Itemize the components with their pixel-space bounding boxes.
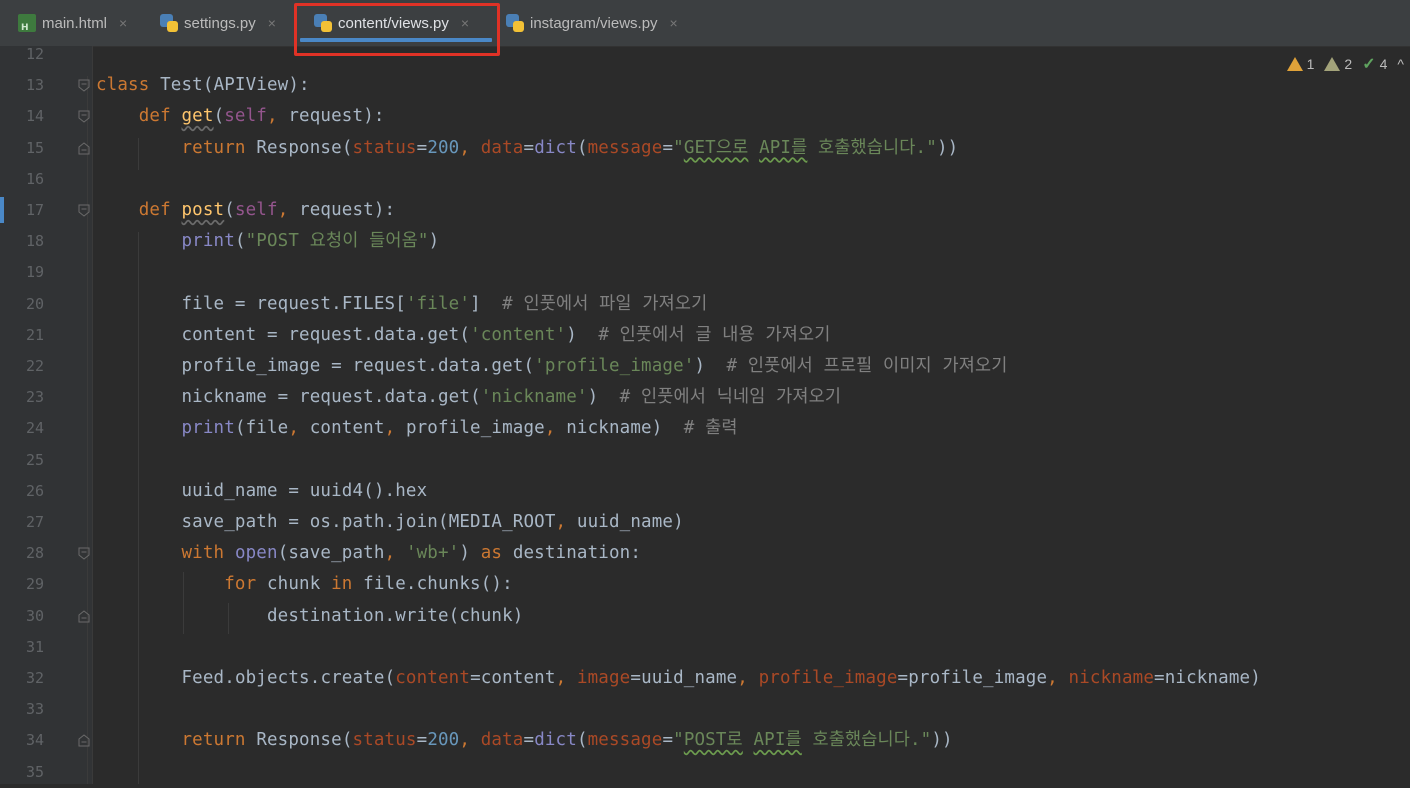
code-line[interactable]: 29 for chunk in file.chunks(): <box>0 569 1410 600</box>
fold-marker-icon[interactable] <box>78 734 90 747</box>
code-line[interactable]: 17 def post(self, request): <box>0 195 1410 226</box>
code-line[interactable]: 28 with open(save_path, 'wb+') as destin… <box>0 538 1410 569</box>
code-line[interactable]: 23 nickname = request.data.get('nickname… <box>0 382 1410 413</box>
line-number: 34 <box>25 731 44 750</box>
line-number: 27 <box>25 513 44 531</box>
code-line[interactable]: 16 <box>0 164 1410 195</box>
line-number: 20 <box>25 294 44 313</box>
line-number: 26 <box>25 481 44 500</box>
fold-marker-icon[interactable] <box>78 547 90 560</box>
code-line[interactable]: 26 uuid_name = uuid4().hex <box>0 476 1410 507</box>
line-number: 12 <box>25 45 44 63</box>
code-line[interactable]: 18 print("POST 요청이 들어옴") <box>0 226 1410 257</box>
python-file-icon <box>506 14 524 32</box>
code-text: print("POST 요청이 들어옴") <box>181 231 440 252</box>
line-number: 21 <box>25 325 44 344</box>
code-text: def get(self, request): <box>138 106 385 127</box>
fold-marker-icon[interactable] <box>78 79 90 92</box>
line-number: 24 <box>25 419 44 438</box>
line-number: 30 <box>25 606 44 625</box>
code-line[interactable]: 15 return Response(status=200, data=dict… <box>0 133 1410 164</box>
code-text: file = request.FILES['file'] # 인풋에서 파일 가… <box>181 293 708 314</box>
code-line[interactable]: 20 file = request.FILES['file'] # 인풋에서 파… <box>0 289 1410 320</box>
code-line[interactable]: 22 profile_image = request.data.get('pro… <box>0 351 1410 382</box>
close-icon[interactable]: × <box>670 15 678 31</box>
line-number: 25 <box>25 450 44 469</box>
code-line[interactable]: 12 <box>0 39 1410 70</box>
line-number: 35 <box>25 762 44 781</box>
code-text: destination.write(chunk) <box>266 605 524 626</box>
line-number: 33 <box>25 700 44 719</box>
fold-marker-icon[interactable] <box>78 141 90 155</box>
code-text: with open(save_path, 'wb+') as destinati… <box>181 543 642 564</box>
code-text: print(file, content, profile_image, nick… <box>181 418 738 439</box>
code-text: return Response(status=200, data=dict(me… <box>181 137 959 158</box>
code-line[interactable]: 19 <box>0 257 1410 288</box>
code-editor[interactable]: 1 2 ✓ 4 ^ 12 13 class Test(APIView): 14 def… <box>0 45 1410 784</box>
tab-label: settings.py <box>184 14 256 32</box>
code-text: return Response(status=200, data=dict(me… <box>181 730 953 751</box>
line-number: 23 <box>25 388 44 407</box>
code-line[interactable]: 32 Feed.objects.create(content=content, … <box>0 663 1410 694</box>
code-line[interactable]: 14 def get(self, request): <box>0 101 1410 132</box>
code-text: nickname = request.data.get('nickname') … <box>181 387 842 408</box>
python-file-icon <box>160 14 178 32</box>
code-line[interactable]: 21 content = request.data.get('content')… <box>0 320 1410 351</box>
code-line[interactable]: 35 <box>0 757 1410 788</box>
line-number: 16 <box>25 169 44 188</box>
html-file-icon <box>18 14 36 33</box>
close-icon[interactable]: × <box>119 15 127 31</box>
fold-marker-icon[interactable] <box>78 609 90 623</box>
code-line[interactable]: 13 class Test(APIView): <box>0 70 1410 101</box>
line-number: 29 <box>25 575 44 594</box>
code-text: for chunk in file.chunks(): <box>224 574 513 595</box>
code-line[interactable]: 24 print(file, content, profile_image, n… <box>0 413 1410 444</box>
code-line[interactable]: 34 return Response(status=200, data=dict… <box>0 725 1410 756</box>
line-number: 19 <box>25 263 44 282</box>
fold-marker-icon[interactable] <box>78 204 90 217</box>
line-number: 18 <box>25 232 44 251</box>
close-icon[interactable]: × <box>268 15 276 31</box>
code-text: content = request.data.get('content') # … <box>181 324 831 345</box>
line-number: 15 <box>25 138 44 157</box>
code-text: profile_image = request.data.get('profil… <box>181 356 1008 376</box>
code-text: save_path = os.path.join(MEDIA_ROOT, uui… <box>181 512 684 532</box>
line-number: 13 <box>25 76 44 95</box>
line-number: 31 <box>25 637 44 656</box>
code-text: def post(self, request): <box>138 200 396 220</box>
code-text: uuid_name = uuid4().hex <box>181 480 428 501</box>
tab-label: instagram/views.py <box>530 14 658 32</box>
code-text: class Test(APIView): <box>96 75 310 96</box>
code-line[interactable]: 25 <box>0 445 1410 476</box>
line-number: 32 <box>25 669 44 687</box>
code-line[interactable]: 27 save_path = os.path.join(MEDIA_ROOT, … <box>0 507 1410 538</box>
code-text: Feed.objects.create(content=content, ima… <box>181 668 1261 688</box>
line-number: 14 <box>25 107 44 126</box>
code-line[interactable]: 31 <box>0 632 1410 663</box>
code-line[interactable]: 30 destination.write(chunk) <box>0 601 1410 632</box>
line-number: 22 <box>25 357 44 375</box>
fold-marker-icon[interactable] <box>78 110 90 124</box>
line-number: 17 <box>25 201 44 219</box>
line-number: 28 <box>25 544 44 563</box>
code-line[interactable]: 33 <box>0 694 1410 725</box>
tab-label: main.html <box>42 14 108 32</box>
